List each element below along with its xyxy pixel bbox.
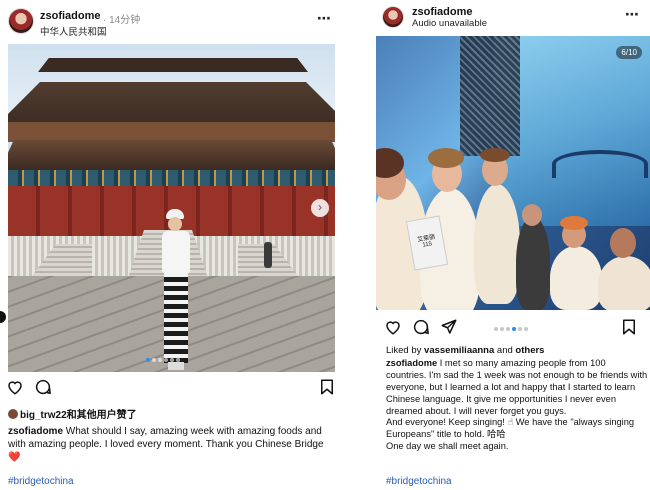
caption: zsofiadome What should I say, amazing we… xyxy=(8,425,338,464)
comment-icon[interactable] xyxy=(412,318,430,336)
carousel-dot xyxy=(152,358,156,362)
carousel-dot xyxy=(506,327,510,331)
carousel-dot xyxy=(518,327,522,331)
avatar[interactable] xyxy=(382,6,404,28)
hashtag-link[interactable]: #bridgetochina xyxy=(8,476,74,487)
photo-roof-ridge xyxy=(38,58,308,72)
caption: zsofiadome I met so many amazing people … xyxy=(386,358,648,453)
heart-emoji: ❤️ xyxy=(8,452,21,463)
action-bar xyxy=(6,378,336,400)
action-bar xyxy=(384,318,642,340)
carousel-dot xyxy=(512,327,516,331)
carousel-next-button[interactable]: › xyxy=(311,199,329,217)
liked-by-text: big_trw22和其他用户赞了 xyxy=(20,410,137,421)
username[interactable]: zsofiadome xyxy=(412,6,473,18)
audio-status: Audio unavailable xyxy=(412,18,488,29)
liked-middle: and xyxy=(494,345,516,356)
post-header: zsofiadome · 14分钟 中华人民共和国 ⋯ xyxy=(0,4,342,40)
share-icon[interactable] xyxy=(440,318,458,336)
liked-by[interactable]: Liked by vassemiliaanna and others xyxy=(386,345,544,356)
post-photo[interactable]: 6/10 艾莱丽 115 xyxy=(376,36,650,310)
avatar[interactable] xyxy=(8,8,34,34)
more-options-icon[interactable]: ⋯ xyxy=(317,10,332,27)
more-options-icon[interactable]: ⋯ xyxy=(625,6,640,23)
carousel-dot xyxy=(158,358,162,362)
carousel-dot xyxy=(500,327,504,331)
heart-icon[interactable] xyxy=(6,378,24,396)
photo-bystander xyxy=(264,242,272,268)
liked-by[interactable]: big_trw22和其他用户赞了 xyxy=(8,406,137,421)
photo-lower-roof xyxy=(8,140,335,170)
photo-person xyxy=(158,209,194,372)
comment-icon[interactable] xyxy=(34,378,52,396)
location[interactable]: 中华人民共和国 xyxy=(40,24,107,38)
bookmark-icon[interactable] xyxy=(620,318,638,336)
carousel-dot xyxy=(524,327,528,331)
liked-others[interactable]: others xyxy=(515,345,544,356)
username[interactable]: zsofiadome xyxy=(40,10,101,22)
post-right: zsofiadome Audio unavailable ⋯ 6/10 艾莱丽 … xyxy=(372,0,650,490)
carousel-dots xyxy=(146,354,206,362)
caption-line-3: One day we shall meet again. xyxy=(386,441,509,452)
post-photo[interactable]: › xyxy=(8,44,335,372)
liked-prefix: Liked by xyxy=(386,345,425,356)
heart-icon[interactable] xyxy=(384,318,402,336)
caption-username[interactable]: zsofiadome xyxy=(386,358,437,368)
post-left: zsofiadome · 14分钟 中华人民共和国 ⋯ › big_trw22和… xyxy=(0,0,342,490)
carousel-dot xyxy=(170,358,174,362)
slide-counter: 6/10 xyxy=(616,46,642,59)
carousel-dot xyxy=(494,327,498,331)
photo-eave xyxy=(8,122,335,142)
carousel-dot xyxy=(164,358,168,362)
post-time: · 14分钟 xyxy=(103,15,141,26)
carousel-dots xyxy=(494,323,534,331)
liked-user[interactable]: vassemiliaanna xyxy=(424,345,494,356)
photo-beams xyxy=(8,170,335,186)
carousel-dot xyxy=(146,358,150,362)
caption-username[interactable]: zsofiadome xyxy=(8,426,63,437)
liker-avatar xyxy=(8,409,18,419)
left-edge-marker xyxy=(0,311,6,323)
post-header: zsofiadome Audio unavailable ⋯ xyxy=(372,4,650,40)
bookmark-icon[interactable] xyxy=(318,378,336,396)
hashtag-link[interactable]: #bridgetochina xyxy=(386,476,452,487)
caption-line-2: And everyone! Keep singing! ☝ We have th… xyxy=(386,417,635,440)
carousel-dot xyxy=(176,358,180,362)
